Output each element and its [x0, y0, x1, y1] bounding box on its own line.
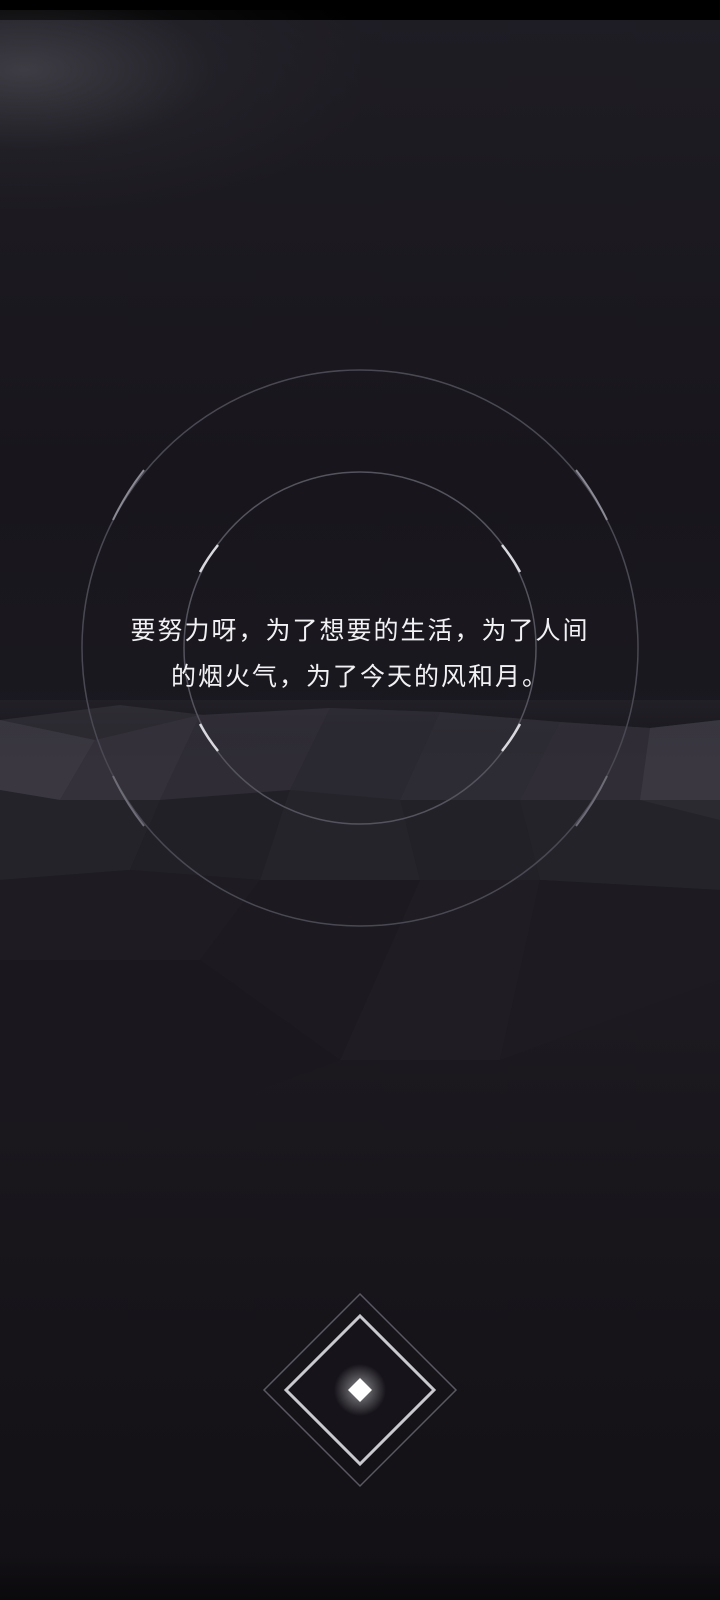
bottom-bar	[0, 1556, 720, 1600]
motivational-quote: 要努力呀，为了想要的生活，为了人间 的烟火气，为了今天的风和月。	[80, 608, 640, 700]
quote-line-1: 要努力呀，为了想要的生活，为了人间	[130, 616, 590, 645]
quote-line-2: 的烟火气，为了今天的风和月。	[170, 662, 549, 691]
splash-screen: 要努力呀，为了想要的生活，为了人间 的烟火气，为了今天的风和月。	[0, 0, 720, 1600]
diamond-start-icon	[262, 1292, 458, 1488]
start-button[interactable]	[262, 1292, 458, 1488]
